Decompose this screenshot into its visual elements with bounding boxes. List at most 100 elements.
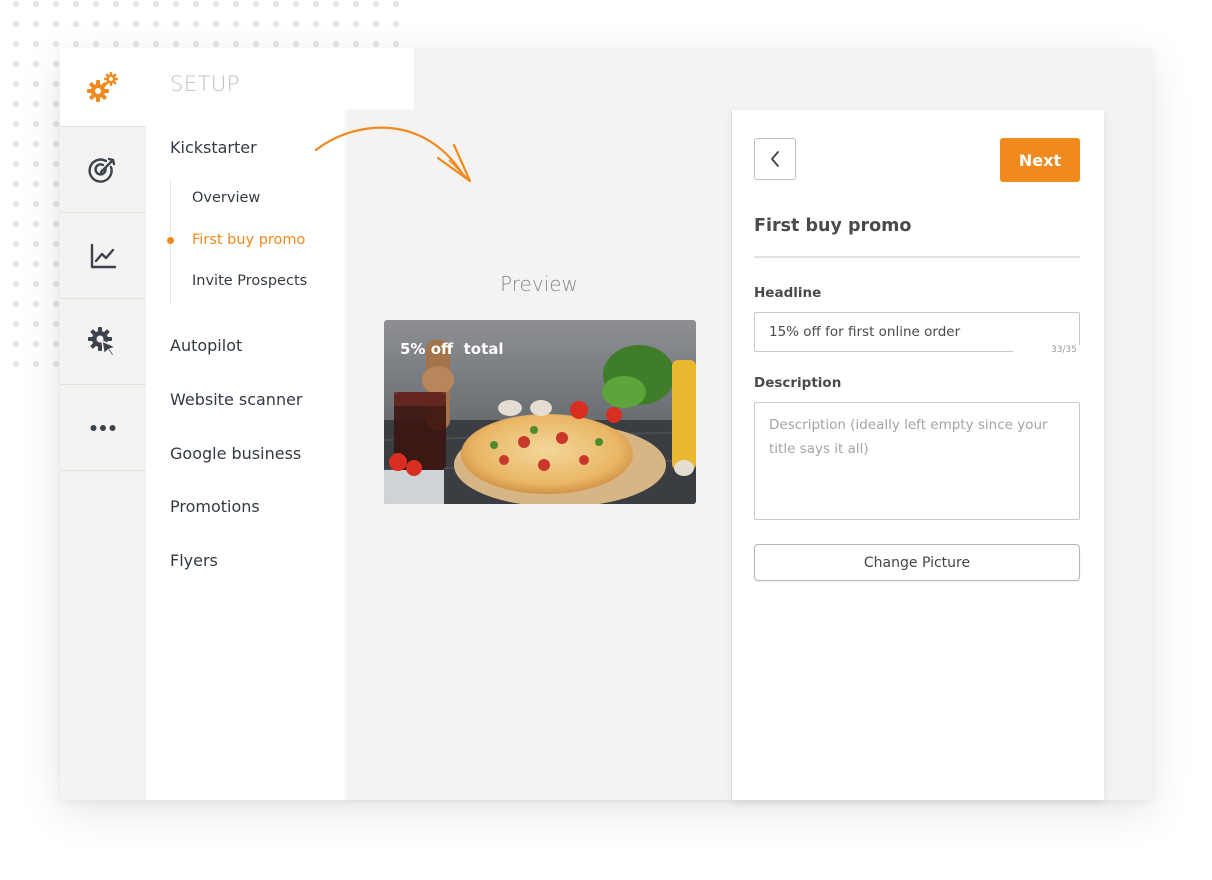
decorative-dot (32, 220, 40, 228)
decorative-dot (192, 0, 200, 8)
decorative-dot (12, 60, 20, 68)
decorative-dot (292, 40, 300, 48)
decorative-dot (12, 260, 20, 268)
decorative-dot (112, 20, 120, 28)
more-dots-icon (90, 424, 116, 431)
decorative-dot (32, 160, 40, 168)
decorative-dot (32, 260, 40, 268)
promo-form-panel: Next First buy promo Headline 33/35 Desc… (732, 110, 1104, 800)
decorative-dot (52, 60, 60, 68)
decorative-dot (332, 0, 340, 8)
decorative-dot (32, 320, 40, 328)
sub-item-overview[interactable]: Overview (192, 190, 260, 206)
decorative-dot (52, 120, 60, 128)
decorative-dot (12, 180, 20, 188)
nav-item-kickstarter[interactable]: Kickstarter (170, 138, 257, 157)
decorative-dot (12, 140, 20, 148)
nav-item-website-scanner[interactable]: Website scanner (170, 390, 303, 409)
decorative-dot (392, 0, 400, 8)
sub-item-invite-prospects[interactable]: Invite Prospects (192, 273, 307, 289)
decorative-dot (12, 280, 20, 288)
decorative-dot (52, 240, 60, 248)
decorative-dot (12, 200, 20, 208)
decorative-dot (32, 80, 40, 88)
decorative-dot (292, 0, 300, 8)
promo-headline-text: 5% off total (400, 340, 504, 358)
rail-item-analytics[interactable] (60, 212, 146, 298)
decorative-dot (212, 20, 220, 28)
decorative-dot (212, 0, 220, 8)
decorative-dot (172, 20, 180, 28)
description-label: Description (754, 375, 842, 391)
form-divider (754, 256, 1080, 258)
back-button[interactable] (754, 138, 796, 180)
decorative-dot (52, 320, 60, 328)
decorative-dot (12, 240, 20, 248)
decorative-dot (312, 20, 320, 28)
decorative-dot (12, 160, 20, 168)
nav-item-promotions[interactable]: Promotions (170, 497, 260, 516)
decorative-dot (392, 40, 400, 48)
chart-line-icon (90, 243, 117, 268)
form-title: First buy promo (754, 216, 912, 236)
decorative-dot (112, 0, 120, 8)
decorative-dot (232, 20, 240, 28)
decorative-dot (272, 20, 280, 28)
decorative-dot (12, 300, 20, 308)
rail-logo[interactable] (60, 48, 146, 126)
decorative-dot (332, 40, 340, 48)
decorative-dot (52, 220, 60, 228)
nav-item-flyers[interactable]: Flyers (170, 551, 218, 570)
decorative-dot (152, 20, 160, 28)
preview-title: Preview (500, 272, 578, 296)
decorative-dot (12, 40, 20, 48)
decorative-dot (52, 200, 60, 208)
decorative-dot (32, 180, 40, 188)
decorative-dot (52, 360, 60, 368)
decorative-dot (252, 40, 260, 48)
decorative-dot (52, 160, 60, 168)
decorative-dot (32, 40, 40, 48)
decorative-dot (12, 0, 20, 8)
change-picture-button[interactable]: Change Picture (754, 544, 1080, 581)
decorative-dot (92, 40, 100, 48)
decorative-dot (32, 280, 40, 288)
decorative-dot (232, 0, 240, 8)
icon-rail (60, 48, 147, 800)
nav-item-google-business[interactable]: Google business (170, 444, 301, 463)
decorative-dot (12, 100, 20, 108)
decorative-dot (272, 40, 280, 48)
decorative-dot (292, 20, 300, 28)
rail-item-automation[interactable] (60, 298, 146, 384)
sub-item-first-buy-promo[interactable]: First buy promo (192, 232, 305, 248)
decorative-dot (52, 180, 60, 188)
description-input[interactable] (754, 402, 1080, 520)
headline-character-counter: 33/35 (1013, 345, 1083, 355)
target-icon (88, 157, 116, 183)
decorative-dot (12, 120, 20, 128)
preview-area: Preview 5% off total (347, 110, 732, 800)
decorative-dot (252, 20, 260, 28)
decorative-dot (52, 40, 60, 48)
decorative-dot (52, 80, 60, 88)
headline-label: Headline (754, 285, 822, 301)
next-button[interactable]: Next (1000, 138, 1080, 182)
decorative-dot (52, 280, 60, 288)
rail-item-more[interactable] (60, 384, 146, 471)
decorative-dot (32, 240, 40, 248)
decorative-dot (52, 260, 60, 268)
decorative-dot (32, 300, 40, 308)
decorative-dot (32, 140, 40, 148)
decorative-dot (372, 0, 380, 8)
decorative-dot (272, 0, 280, 8)
nav-header: SETUP (170, 72, 240, 96)
decorative-dot (32, 100, 40, 108)
rail-item-goals[interactable] (60, 126, 146, 212)
curved-arrow-icon (314, 126, 472, 183)
decorative-dot (12, 320, 20, 328)
decorative-dot (72, 0, 80, 8)
decorative-dot (312, 40, 320, 48)
nav-item-autopilot[interactable]: Autopilot (170, 336, 242, 355)
decorative-dot (12, 220, 20, 228)
decorative-dot (312, 0, 320, 8)
